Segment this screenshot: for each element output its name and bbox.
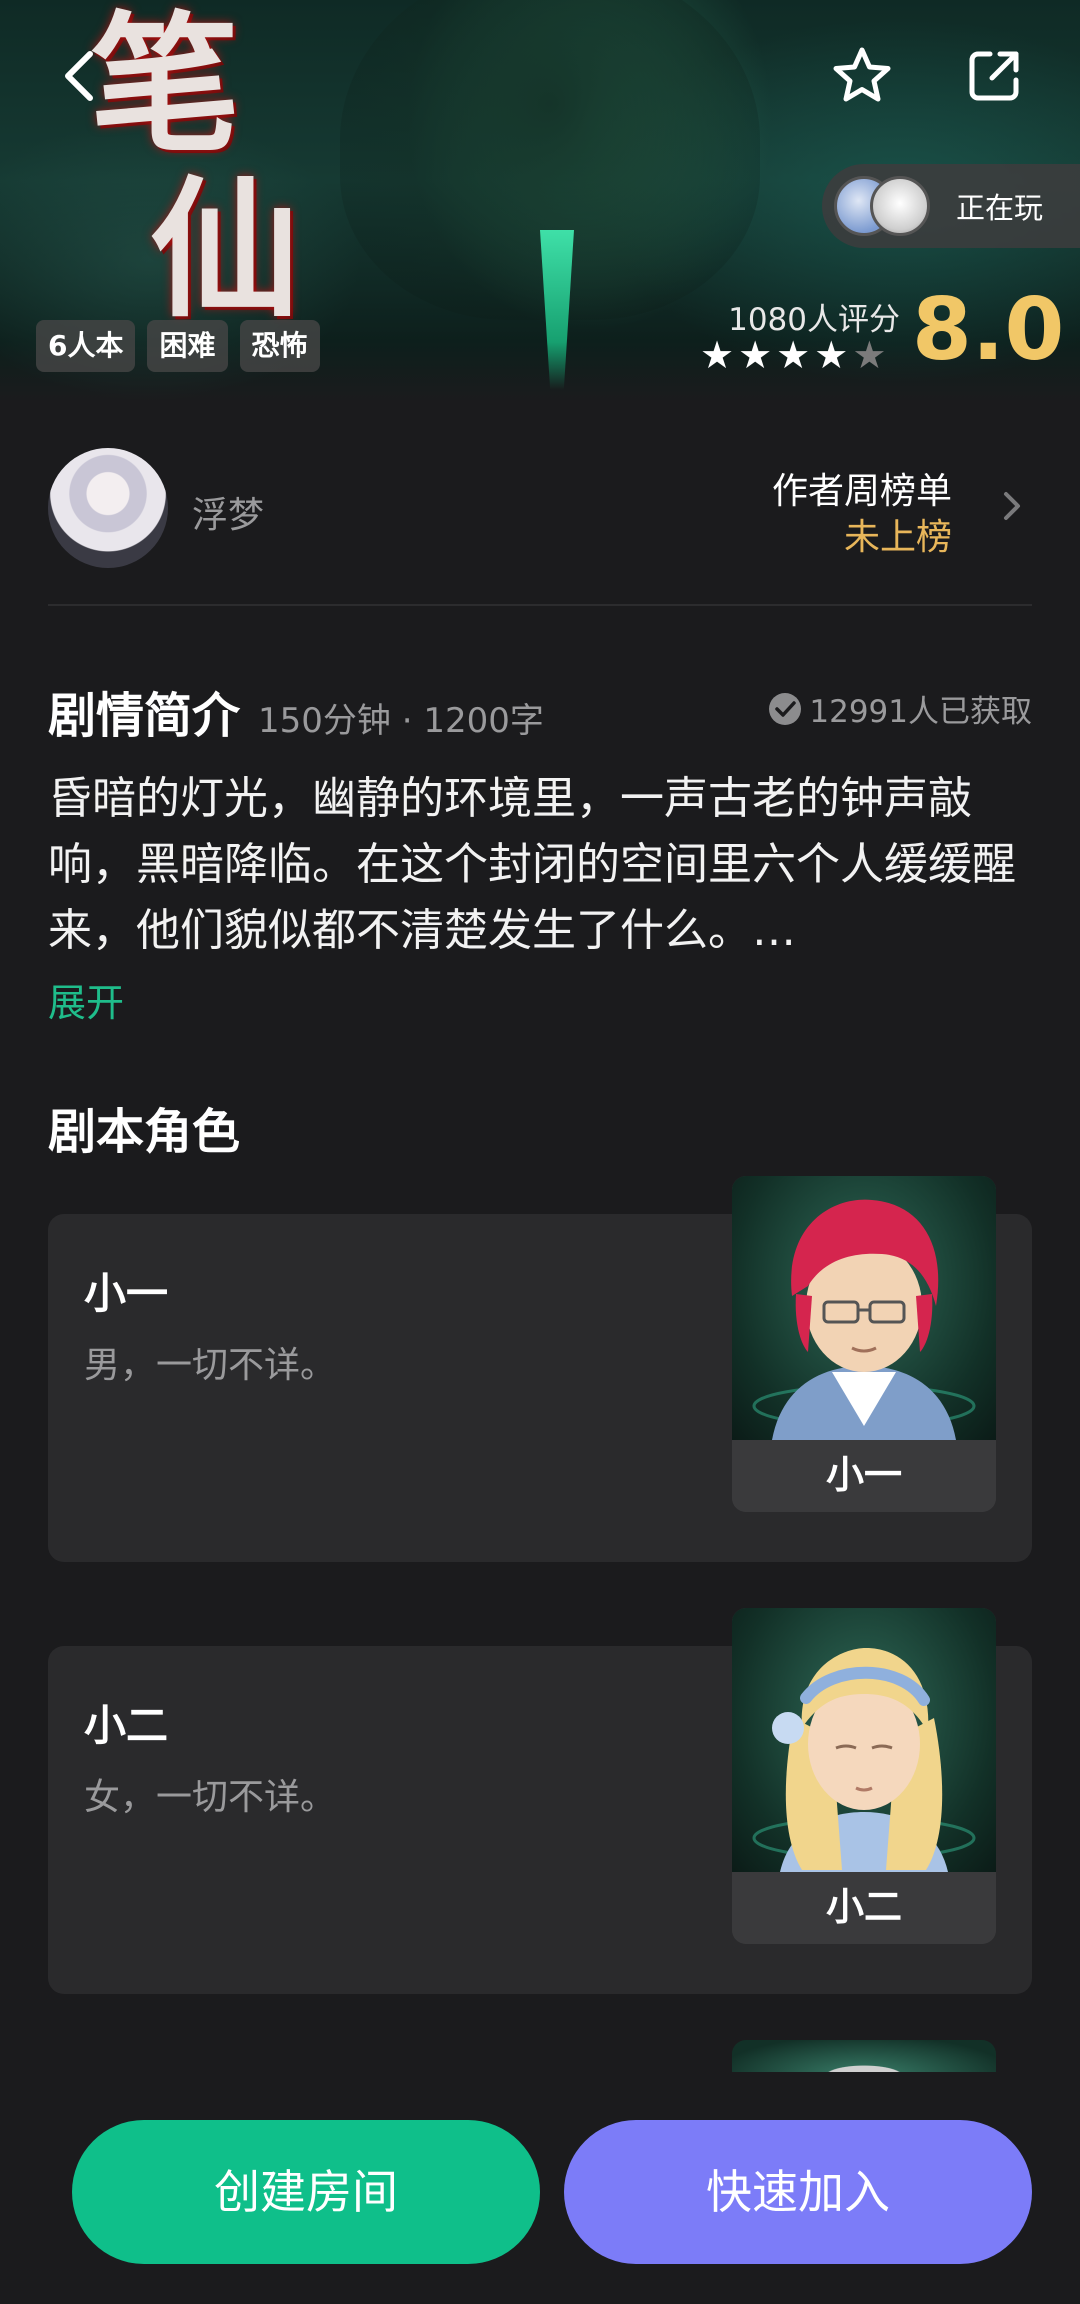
script-detail-page: 笔 仙 正在玩 6人本 困难 恐怖 1080人评分 ★ ★ ★ ★ ★ 8.0 … xyxy=(0,0,1080,2304)
acquired-count: 12991人已获取 xyxy=(767,686,1032,731)
chevron-right-icon xyxy=(1004,492,1020,520)
bottom-action-bar: 创建房间 快速加入 xyxy=(0,2072,1080,2304)
star-outline-icon xyxy=(833,47,891,102)
acquired-count-label: 12991人已获取 xyxy=(809,694,1032,730)
author-rank-title: 作者周榜单 xyxy=(771,471,952,512)
check-circle-icon xyxy=(769,692,802,725)
hero-banner: 笔 仙 正在玩 6人本 困难 恐怖 1080人评分 ★ ★ ★ ★ ★ 8.0 xyxy=(0,0,1080,402)
tag-genre: 恐怖 xyxy=(239,320,320,372)
female-character-art xyxy=(752,1648,976,1872)
rating-stars: ★ ★ ★ ★ ★ xyxy=(700,335,886,375)
synopsis-header: 剧情简介 150分钟 · 1200字 12991人已获取 xyxy=(48,676,1032,744)
synopsis-title: 剧情简介 xyxy=(48,688,241,744)
tag-players: 6人本 xyxy=(36,320,136,372)
role-name: 小一 xyxy=(84,1269,169,1318)
star-filled-icon: ★ xyxy=(700,333,735,377)
back-button[interactable] xyxy=(44,40,116,112)
role-portrait[interactable]: 小二 xyxy=(732,1608,996,1944)
author-avatar[interactable] xyxy=(48,448,168,568)
role-portrait-art xyxy=(732,1176,996,1440)
star-filled-icon: ★ xyxy=(814,333,849,377)
quick-join-button[interactable]: 快速加入 xyxy=(564,2120,1032,2264)
role-portrait[interactable] xyxy=(732,2040,996,2076)
create-room-button[interactable]: 创建房间 xyxy=(72,2120,540,2264)
section-divider xyxy=(48,604,1032,606)
star-empty-icon: ★ xyxy=(852,333,887,377)
hero-title-char-2: 仙 xyxy=(150,162,301,338)
role-portrait-art xyxy=(732,1608,996,1872)
chevron-left-icon xyxy=(65,51,93,101)
role-description: 男，一切不详。 xyxy=(84,1345,337,1386)
author-rank-status: 未上榜 xyxy=(843,517,952,558)
star-filled-icon: ★ xyxy=(776,333,811,377)
share-external-icon xyxy=(969,51,1019,101)
role-portrait[interactable]: 小一 xyxy=(732,1176,996,1512)
hero-title-art: 笔 仙 xyxy=(90,10,370,330)
male-character-art xyxy=(752,1199,976,1440)
author-name[interactable]: 浮梦 xyxy=(192,486,264,538)
now-playing-label: 正在玩 xyxy=(956,191,1044,225)
share-button[interactable] xyxy=(958,40,1030,112)
synopsis-expand-link[interactable]: 展开 xyxy=(48,972,124,1027)
role-description: 女，一切不详。 xyxy=(84,1777,337,1818)
now-playing-pill[interactable]: 正在玩 xyxy=(822,164,1080,248)
tag-difficulty: 困难 xyxy=(147,320,228,372)
player-avatar xyxy=(870,176,930,236)
script-tags: 6人本 困难 恐怖 xyxy=(36,320,320,372)
role-name: 小二 xyxy=(84,1701,169,1750)
playing-avatars xyxy=(834,174,946,238)
synopsis-meta: 150分钟 · 1200字 xyxy=(258,701,544,741)
role-portrait-label: 小一 xyxy=(732,1440,996,1512)
rating-score: 8.0 xyxy=(912,280,1065,380)
author-row[interactable]: 浮梦 作者周榜单 未上榜 xyxy=(48,446,1032,606)
synopsis-body: 昏暗的灯光，幽静的环境里，一声古老的钟声敲响，黑暗降临。在这个封闭的空间里六个人… xyxy=(48,773,1016,956)
role-portrait-label: 小二 xyxy=(732,1872,996,1944)
roles-section-title: 剧本角色 xyxy=(48,1104,241,1160)
favorite-button[interactable] xyxy=(826,40,898,112)
star-filled-icon: ★ xyxy=(738,333,773,377)
